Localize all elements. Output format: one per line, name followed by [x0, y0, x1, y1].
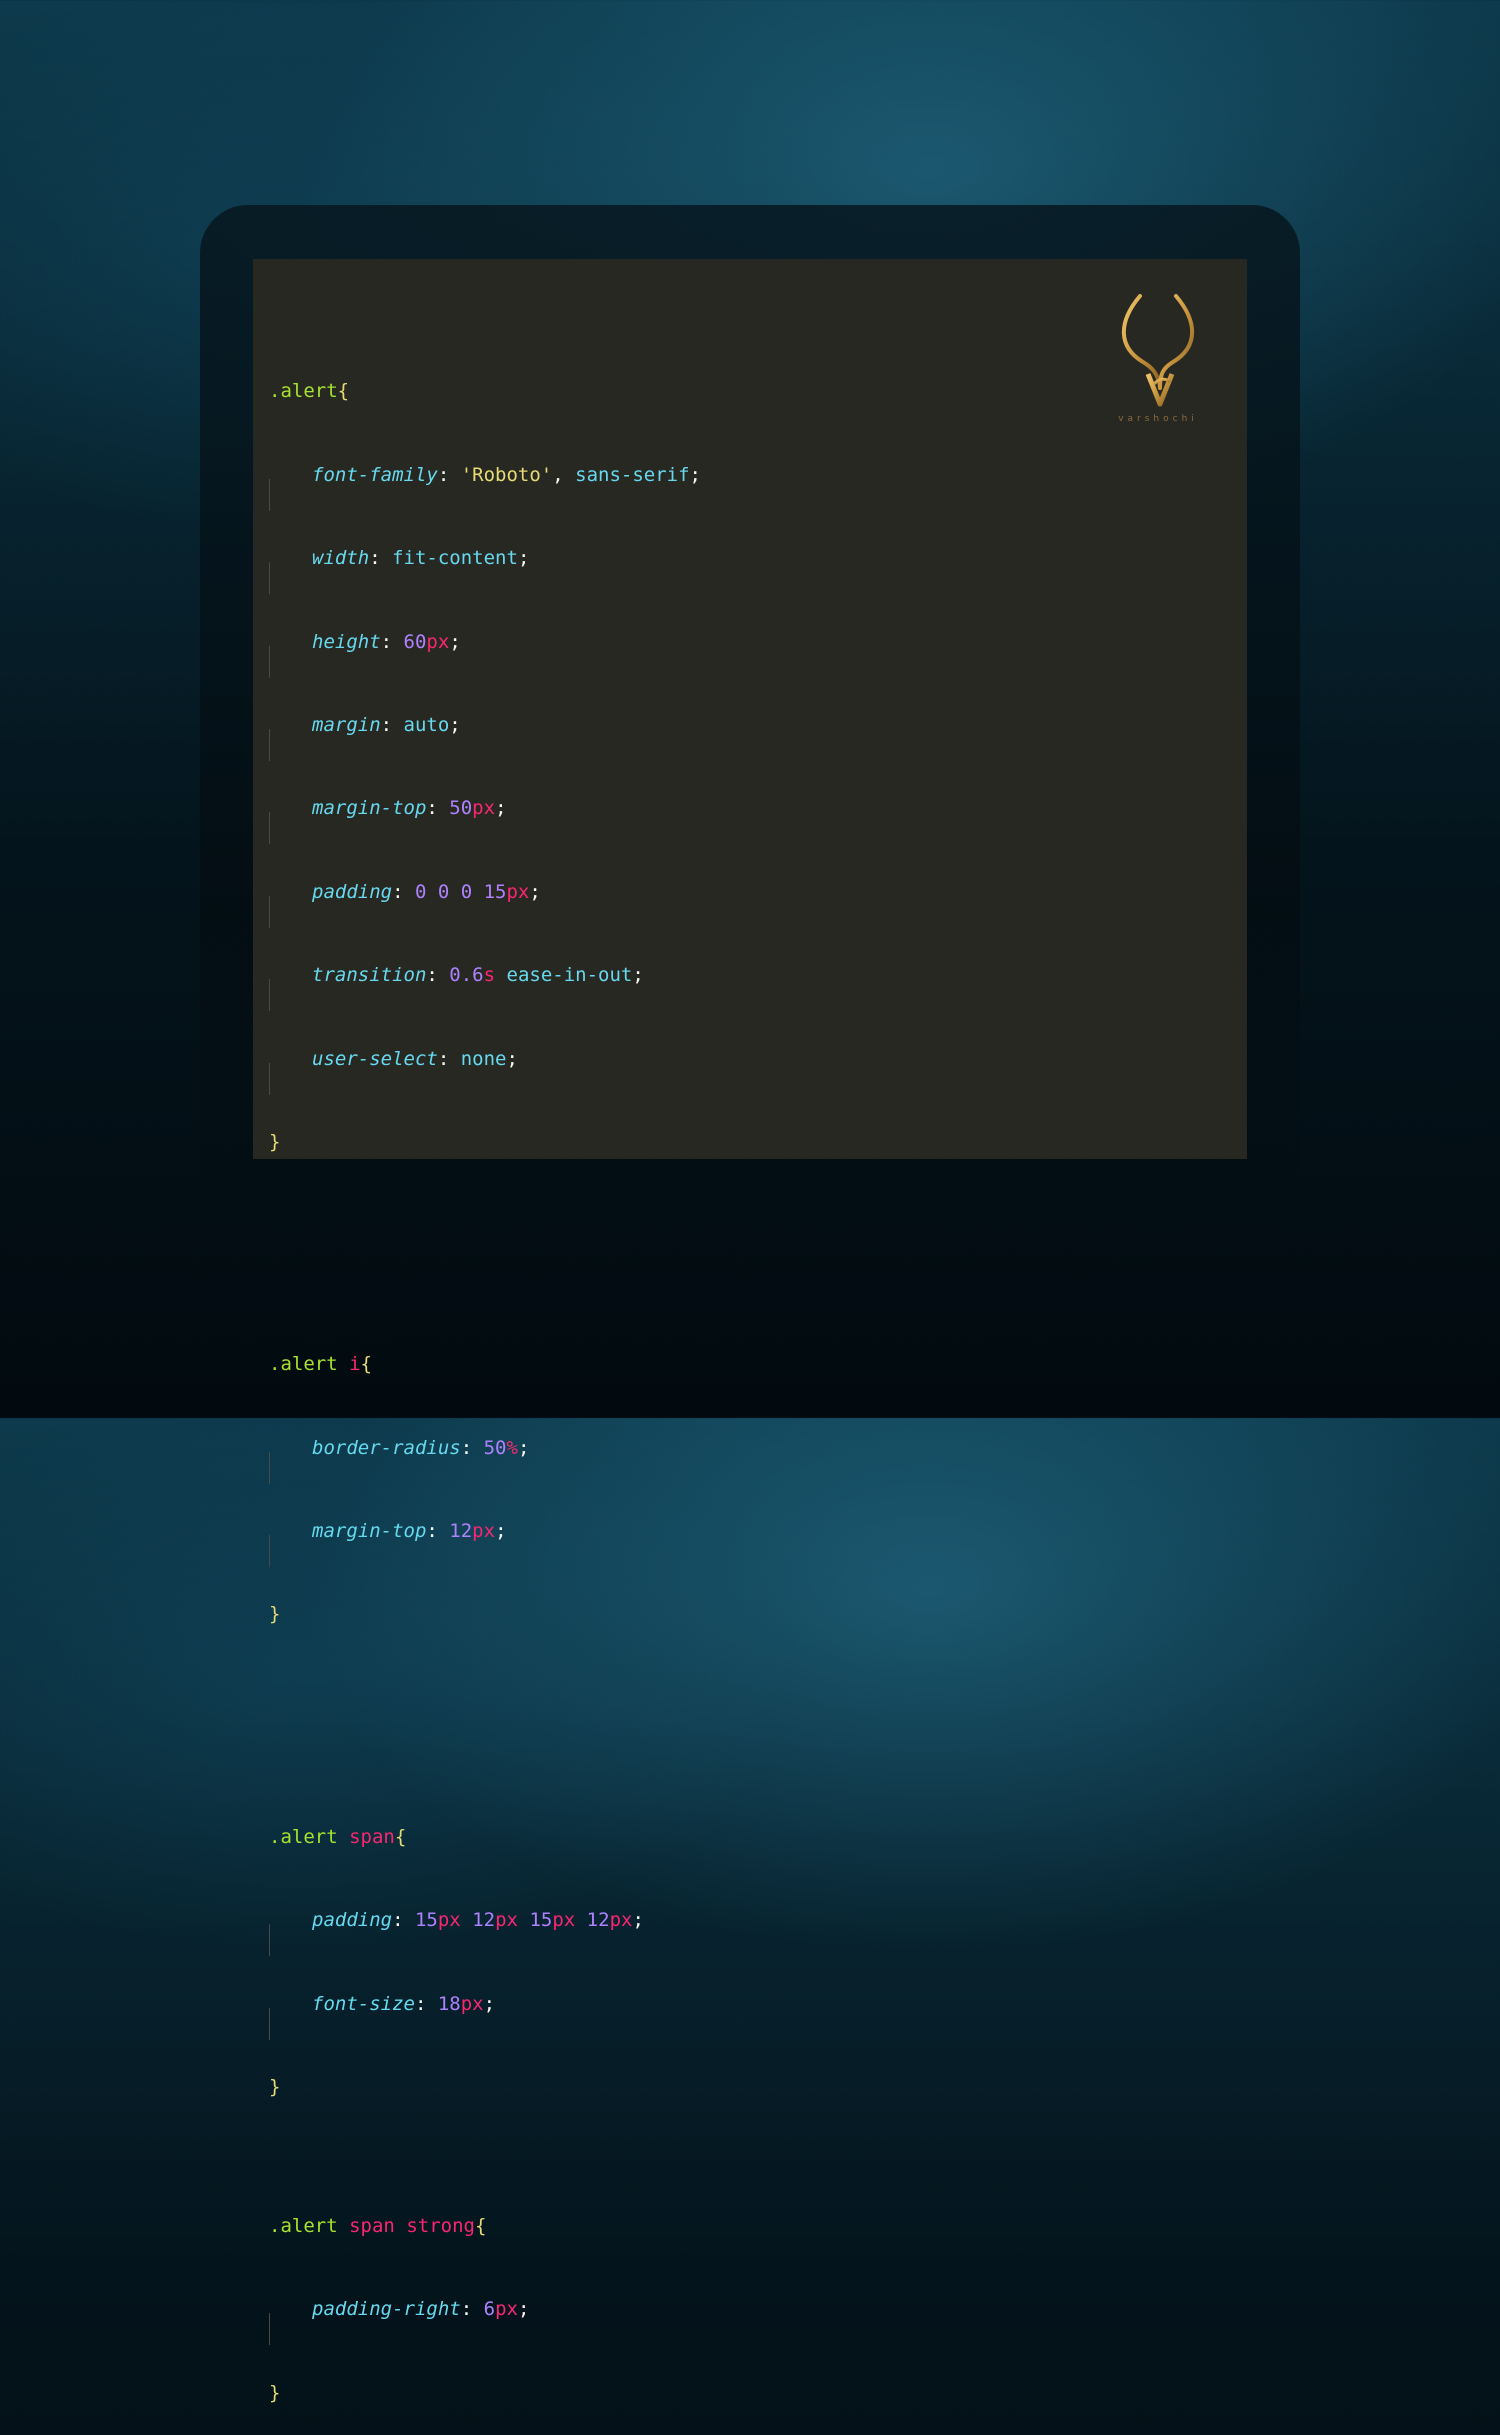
- code-line: font-size: 18px;: [269, 1992, 496, 2040]
- code-line: width: fit-content;: [269, 547, 530, 595]
- antler-v-logo-icon: [1121, 294, 1195, 407]
- code-line: height: 60px;: [269, 630, 461, 678]
- logo-wordmark: varshochi: [1118, 414, 1198, 424]
- css-selector: .alert: [269, 380, 338, 403]
- css-string: 'Roboto': [460, 463, 553, 486]
- css-property: font-family: [312, 463, 438, 486]
- code-line: .alert span{: [269, 1825, 407, 1848]
- code-line: margin: auto;: [269, 713, 461, 761]
- code-line: .alert{: [269, 380, 350, 403]
- code-line: user-select: none;: [269, 1047, 518, 1095]
- code-line: }: [269, 1130, 281, 1153]
- code-line: padding-right: 6px;: [269, 2298, 530, 2346]
- code-line: padding: 15px 12px 15px 12px;: [269, 1909, 644, 1957]
- code-line: font-family: 'Roboto', sans-serif;: [269, 463, 701, 511]
- code-line: margin-top: 50px;: [269, 797, 507, 845]
- css-tag: i: [349, 1353, 361, 1376]
- code-line: .alert span strong{: [269, 2214, 487, 2237]
- code-line: border-radius: 50%;: [269, 1436, 530, 1484]
- code-line: }: [269, 2076, 281, 2098]
- code-line: }: [269, 1603, 281, 1626]
- code-line: }: [269, 2381, 281, 2404]
- css-code-block: .alert{ font-family: 'Roboto', sans-seri…: [269, 295, 701, 2435]
- code-line: padding: 0 0 0 15px;: [269, 880, 541, 928]
- code-line: margin-top: 12px;: [269, 1520, 507, 1568]
- code-line: transition: 0.6s ease-in-out;: [269, 964, 644, 1012]
- code-line: .alert i{: [269, 1353, 372, 1376]
